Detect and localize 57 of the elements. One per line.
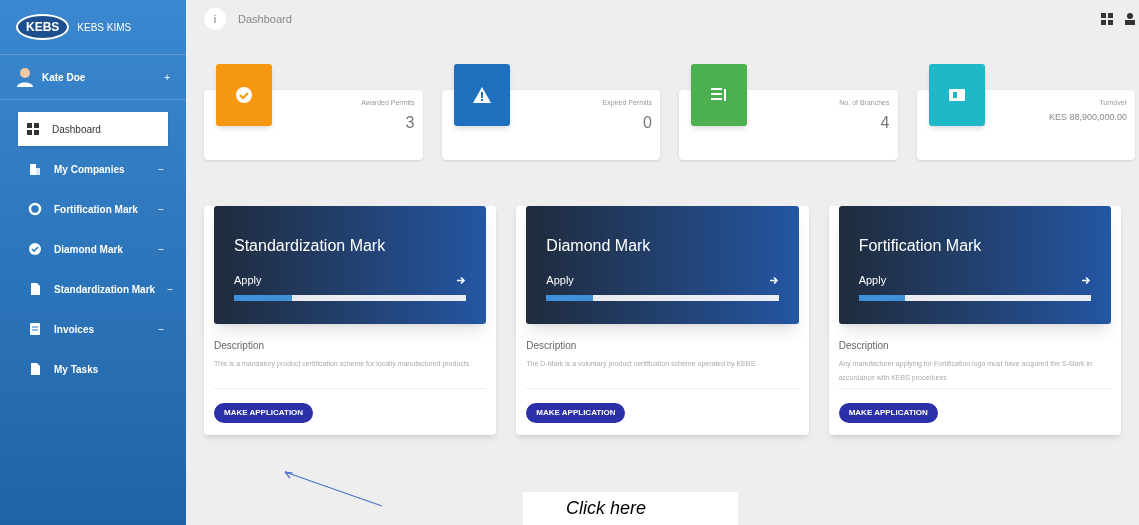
expand-icon[interactable]: + bbox=[164, 69, 170, 85]
mark-title: Fortification Mark bbox=[858, 236, 983, 256]
callout-label: Click here bbox=[523, 492, 738, 525]
collapse-icon[interactable]: − bbox=[158, 241, 164, 257]
user-name[interactable]: Kate Doe bbox=[42, 69, 157, 85]
info-icon[interactable]: i bbox=[204, 8, 226, 30]
apply-link[interactable]: Apply bbox=[546, 272, 574, 289]
arrow-icon[interactable] bbox=[1082, 275, 1091, 285]
make-application-button[interactable]: MAKE APPLICATION bbox=[214, 403, 314, 423]
stat-value: KES 88,900,000.00 bbox=[1048, 110, 1127, 124]
list-icon bbox=[28, 322, 42, 336]
collapse-icon[interactable]: − bbox=[158, 201, 164, 217]
sidebar-item[interactable]: Standardization Mark − bbox=[20, 272, 172, 306]
sidebar-label: Invoices bbox=[54, 322, 96, 337]
stat-value: 3 bbox=[405, 112, 415, 133]
grid-icon bbox=[26, 122, 40, 136]
collapse-icon[interactable]: − bbox=[167, 281, 173, 297]
mark-title: Standardization Mark bbox=[234, 236, 387, 256]
brand-title: KEBS KIMS bbox=[77, 20, 132, 35]
stat-value: 0 bbox=[643, 112, 652, 133]
page-title: Dashboard bbox=[238, 11, 293, 27]
sidebar-label: Diamond Mark bbox=[54, 242, 124, 257]
sidebar-item[interactable]: Dashboard bbox=[18, 112, 168, 146]
check-circle-icon bbox=[28, 242, 42, 256]
stat-value: 4 bbox=[880, 112, 890, 133]
sidebar-item[interactable]: My Companies − bbox=[20, 152, 172, 186]
sidebar-label: Dashboard bbox=[52, 122, 102, 137]
arrow-icon[interactable] bbox=[457, 275, 467, 285]
arrow-icon[interactable] bbox=[769, 275, 779, 285]
make-application-button[interactable]: MAKE APPLICATION bbox=[526, 403, 626, 423]
collapse-icon[interactable]: − bbox=[158, 321, 164, 337]
sidebar-label: My Companies bbox=[54, 162, 126, 177]
description-title: Description bbox=[838, 339, 890, 353]
apply-link[interactable]: Apply bbox=[234, 272, 262, 289]
sidebar-label: My Tasks bbox=[54, 362, 100, 377]
apps-icon[interactable] bbox=[1101, 13, 1113, 25]
circle-icon bbox=[28, 202, 42, 216]
sidebar-label: Standardization Mark bbox=[54, 282, 156, 297]
make-application-button[interactable]: MAKE APPLICATION bbox=[838, 403, 938, 423]
sidebar-item[interactable]: Invoices − bbox=[20, 312, 172, 346]
check-circle-icon bbox=[234, 85, 254, 105]
document-icon bbox=[28, 282, 42, 296]
description-title: Description bbox=[214, 339, 266, 353]
sidebar-item[interactable]: My Tasks bbox=[20, 352, 172, 386]
apply-link[interactable]: Apply bbox=[858, 272, 887, 289]
document-icon bbox=[28, 362, 42, 376]
logo: KEBS bbox=[16, 14, 70, 40]
avatar-icon bbox=[16, 67, 34, 87]
mark-title: Diamond Mark bbox=[546, 236, 652, 256]
user-icon[interactable] bbox=[1125, 13, 1135, 25]
description-title: Description bbox=[526, 339, 578, 353]
warning-icon bbox=[471, 85, 492, 105]
sidebar-label: Fortification Mark bbox=[54, 202, 139, 217]
building-icon bbox=[28, 162, 42, 176]
collapse-icon[interactable]: − bbox=[158, 161, 164, 177]
sidebar-item[interactable]: Fortification Mark − bbox=[20, 192, 172, 226]
sidebar-item[interactable]: Diamond Mark − bbox=[20, 232, 172, 266]
